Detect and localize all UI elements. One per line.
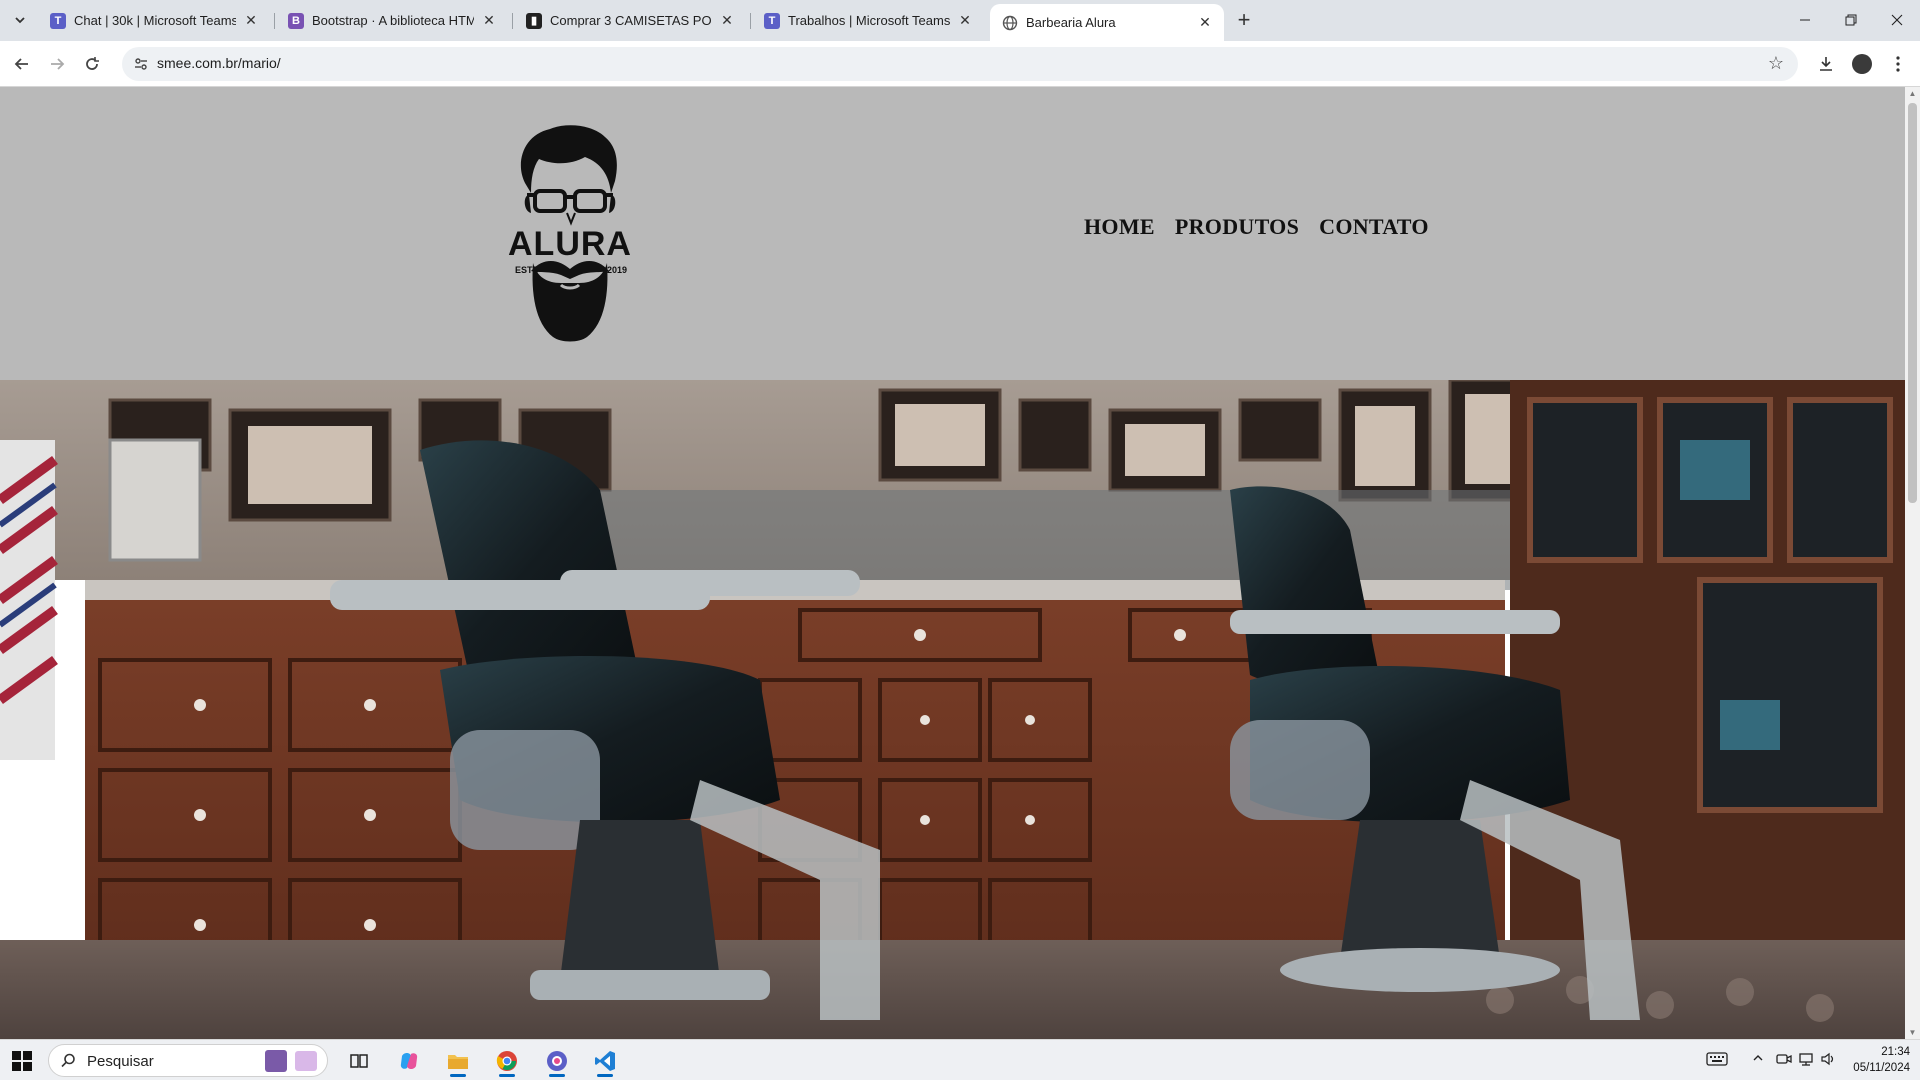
search-placeholder: Pesquisar bbox=[87, 1053, 154, 1070]
close-icon[interactable]: ✕ bbox=[1196, 14, 1214, 32]
running-indicator bbox=[499, 1074, 515, 1077]
keyboard-layout-icon[interactable] bbox=[1706, 1051, 1728, 1070]
avatar bbox=[1852, 54, 1872, 74]
minimize-icon bbox=[1800, 19, 1810, 21]
search-highlight-icon-2 bbox=[295, 1051, 317, 1071]
running-indicator bbox=[597, 1074, 613, 1077]
logo-wordmark: ALURA bbox=[508, 225, 632, 263]
taskbar-search[interactable]: Pesquisar bbox=[48, 1044, 328, 1077]
tab-search-button[interactable] bbox=[8, 8, 32, 32]
restore-icon bbox=[1845, 14, 1857, 26]
more-vertical-icon bbox=[1896, 56, 1900, 72]
url-text[interactable]: smee.com.br/mario/ bbox=[157, 55, 281, 71]
windows-start-icon[interactable] bbox=[12, 1051, 32, 1071]
new-tab-button[interactable]: + bbox=[1232, 7, 1256, 32]
page-viewport: ALURA ESTD 2019 HOME PRODUTOS CONTATO bbox=[0, 87, 1905, 1039]
main-nav: HOME PRODUTOS CONTATO bbox=[1084, 214, 1429, 240]
plus-icon: + bbox=[1237, 7, 1251, 32]
tab-title: Trabalhos | Microsoft Teams bbox=[788, 13, 950, 28]
windows-taskbar: Pesquisar 21:34 05/11/2024 bbox=[0, 1039, 1920, 1080]
store-icon: ▮ bbox=[526, 12, 542, 29]
volume-icon[interactable] bbox=[1820, 1051, 1836, 1070]
logo-year: 2019 bbox=[607, 265, 627, 275]
teams-icon: T bbox=[764, 12, 780, 29]
nav-home-link[interactable]: HOME bbox=[1084, 214, 1155, 240]
nav-produtos-link[interactable]: PRODUTOS bbox=[1175, 214, 1299, 240]
search-icon bbox=[61, 1053, 76, 1071]
menu-button[interactable] bbox=[1884, 50, 1912, 78]
tab-title: Comprar 3 CAMISETAS POR R$ bbox=[550, 13, 712, 28]
bookmark-star-icon[interactable]: ☆ bbox=[1768, 53, 1784, 74]
address-bar[interactable]: smee.com.br/mario/ ☆ bbox=[122, 47, 1798, 81]
vscode-icon[interactable] bbox=[588, 1044, 622, 1077]
close-icon[interactable]: ✕ bbox=[718, 12, 736, 30]
downloads-button[interactable] bbox=[1812, 50, 1840, 78]
arrow-right-icon bbox=[51, 58, 65, 70]
scroll-up-icon[interactable]: ▲ bbox=[1908, 89, 1917, 98]
tab-teams-chat[interactable]: T Chat | 30k | Microsoft Teams ✕ bbox=[38, 6, 270, 35]
tab-separator bbox=[750, 13, 751, 29]
task-view-icon[interactable] bbox=[342, 1044, 376, 1077]
tab-title: Barbearia Alura bbox=[1026, 15, 1116, 30]
tab-teams-trabalhos[interactable]: T Trabalhos | Microsoft Teams ✕ bbox=[752, 6, 984, 35]
file-explorer-icon[interactable] bbox=[441, 1044, 475, 1077]
tab-camisetas[interactable]: ▮ Comprar 3 CAMISETAS POR R$ ✕ bbox=[514, 6, 746, 35]
minimize-button[interactable] bbox=[1782, 0, 1828, 40]
close-window-button[interactable] bbox=[1874, 0, 1920, 40]
tab-title: Bootstrap · A biblioteca HTML, bbox=[312, 13, 474, 28]
close-icon[interactable]: ✕ bbox=[242, 12, 260, 30]
copilot-icon[interactable] bbox=[392, 1044, 426, 1077]
nav-contato-link[interactable]: CONTATO bbox=[1319, 214, 1429, 240]
close-icon[interactable]: ✕ bbox=[480, 12, 498, 30]
barbershop-hero-image bbox=[0, 380, 1905, 1039]
arrow-left-icon bbox=[14, 58, 28, 70]
network-icon[interactable] bbox=[1798, 1051, 1814, 1070]
site-info-icon[interactable] bbox=[132, 55, 150, 73]
clock-date: 05/11/2024 bbox=[1853, 1062, 1910, 1074]
browser-toolbar: smee.com.br/mario/ ☆ bbox=[0, 41, 1920, 87]
alura-barber-logo[interactable]: ALURA ESTD 2019 bbox=[505, 123, 635, 345]
teams-icon: T bbox=[50, 12, 66, 29]
taskbar-clock[interactable]: 21:34 05/11/2024 bbox=[1840, 1044, 1910, 1076]
chrome-icon[interactable] bbox=[490, 1044, 524, 1077]
globe-icon bbox=[1002, 15, 1018, 31]
restore-button[interactable] bbox=[1828, 0, 1874, 40]
close-icon[interactable]: ✕ bbox=[956, 12, 974, 30]
clock-time: 21:34 bbox=[1881, 1046, 1910, 1058]
running-indicator bbox=[450, 1074, 466, 1077]
scroll-down-icon[interactable]: ▼ bbox=[1908, 1028, 1917, 1037]
reload-icon bbox=[86, 57, 99, 70]
reload-button[interactable] bbox=[78, 50, 106, 78]
tab-separator bbox=[274, 13, 275, 29]
page-scrollbar[interactable]: ▲ ▼ bbox=[1905, 87, 1920, 1039]
browser-tab-strip: T Chat | 30k | Microsoft Teams ✕ B Boots… bbox=[0, 0, 1920, 41]
scroll-thumb[interactable] bbox=[1908, 103, 1917, 503]
back-button[interactable] bbox=[8, 50, 36, 78]
site-header: ALURA ESTD 2019 HOME PRODUTOS CONTATO bbox=[0, 87, 1905, 380]
chevron-up-icon[interactable] bbox=[1752, 1051, 1764, 1067]
meet-now-icon[interactable] bbox=[1776, 1051, 1792, 1070]
tab-bootstrap[interactable]: B Bootstrap · A biblioteca HTML, ✕ bbox=[276, 6, 508, 35]
close-icon bbox=[1891, 14, 1903, 26]
tab-title: Chat | 30k | Microsoft Teams bbox=[74, 13, 236, 28]
bootstrap-icon: B bbox=[288, 12, 304, 29]
tab-barbearia-alura[interactable]: Barbearia Alura ✕ bbox=[990, 4, 1224, 41]
search-highlight-icon bbox=[265, 1050, 287, 1072]
forward-button[interactable] bbox=[43, 50, 71, 78]
download-icon bbox=[1820, 57, 1832, 71]
running-indicator bbox=[549, 1074, 565, 1077]
profile-button[interactable] bbox=[1848, 50, 1876, 78]
teams-app-icon[interactable] bbox=[540, 1044, 574, 1077]
tab-separator bbox=[512, 13, 513, 29]
chevron-down-icon bbox=[15, 17, 25, 24]
